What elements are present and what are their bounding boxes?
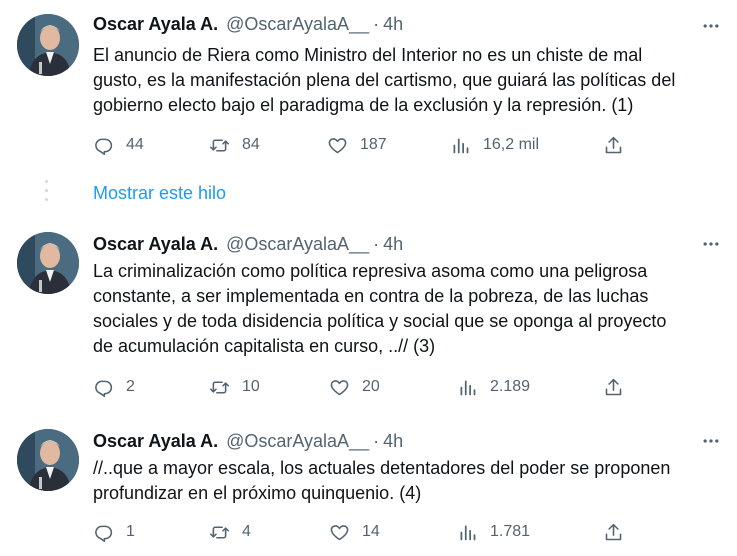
thread-dot — [45, 198, 48, 201]
tweet-text-line: //..que a mayor escala, los actuales det… — [93, 458, 671, 478]
tweet-header: Oscar Ayala A. @OscarAyalaA__ · 4h — [93, 12, 403, 36]
reply-count: 1 — [126, 523, 135, 540]
share-button[interactable] — [603, 132, 624, 158]
like-count: 14 — [362, 523, 380, 540]
tweet-header: Oscar Ayala A. @OscarAyalaA__ · 4h — [93, 429, 403, 453]
reply-icon — [95, 380, 113, 397]
tweet-actions: 1 4 14 1.781 — [93, 519, 633, 545]
avatar-photo-icon — [17, 14, 79, 76]
share-icon — [605, 523, 622, 540]
author-name[interactable]: Oscar Ayala A. — [93, 234, 218, 255]
retweet-count: 84 — [242, 136, 260, 153]
reply-button[interactable]: 2 — [93, 374, 135, 400]
views-button[interactable]: 1.781 — [457, 519, 530, 545]
author-handle[interactable]: @OscarAyalaA__ — [226, 14, 369, 35]
tweet-text: La criminalización como política represi… — [93, 259, 723, 359]
timestamp[interactable]: 4h — [383, 431, 403, 452]
tweet-text-line: El anuncio de Riera como Ministro del In… — [93, 45, 643, 65]
tweet-text-line: profundizar en el próximo quinquenio. (4… — [93, 483, 422, 503]
reply-icon — [95, 138, 113, 155]
avatar-photo-icon — [17, 232, 79, 294]
heart-icon — [330, 379, 349, 395]
share-icon — [605, 378, 622, 395]
author-handle[interactable]: @OscarAyalaA__ — [226, 431, 369, 452]
tweet-text: El anuncio de Riera como Ministro del In… — [93, 43, 723, 118]
avatar[interactable] — [17, 429, 79, 491]
heart-icon — [328, 137, 347, 153]
like-button[interactable]: 20 — [329, 374, 380, 400]
separator: · — [373, 430, 380, 451]
avatar-photo-icon — [17, 429, 79, 491]
views-icon — [460, 380, 476, 395]
views-count: 16,2 mil — [483, 136, 540, 153]
views-button[interactable]: 2.189 — [457, 374, 530, 400]
retweet-button[interactable]: 10 — [209, 374, 260, 400]
tweet-text-line: gusto, es la manifestación plena del car… — [93, 70, 676, 90]
reply-count: 44 — [126, 136, 144, 153]
tweet-text-line: de acumulación capitalista en curso, ../… — [93, 336, 436, 356]
thread-dot — [45, 180, 48, 183]
heart-icon — [330, 524, 349, 540]
separator: · — [373, 233, 380, 254]
views-count: 2.189 — [490, 378, 531, 395]
thread-dot — [45, 189, 48, 192]
reply-icon — [95, 525, 113, 542]
avatar[interactable] — [17, 14, 79, 76]
tweet-2[interactable]: Oscar Ayala A. @OscarAyalaA__ · 4h La cr… — [0, 218, 737, 418]
author-name[interactable]: Oscar Ayala A. — [93, 431, 218, 452]
like-button[interactable]: 187 — [327, 132, 387, 158]
tweet-actions: 44 84 187 16,2 mil — [93, 132, 633, 158]
like-button[interactable]: 14 — [329, 519, 380, 545]
more-options-button[interactable] — [699, 14, 723, 38]
more-icon — [703, 439, 719, 443]
retweet-count: 10 — [242, 378, 260, 395]
tweet-3[interactable]: Oscar Ayala A. @OscarAyalaA__ · 4h //..q… — [0, 415, 737, 556]
views-icon — [453, 138, 469, 153]
tweet-text-line: sociales y de toda disidencia política y… — [93, 311, 667, 331]
like-count: 20 — [362, 378, 380, 395]
more-options-button[interactable] — [699, 429, 723, 453]
tweet-1[interactable]: Oscar Ayala A. @OscarAyalaA__ · 4h El an… — [0, 0, 737, 180]
retweet-icon — [209, 525, 230, 539]
reply-count: 2 — [126, 378, 135, 395]
reply-button[interactable]: 1 — [93, 519, 135, 545]
more-options-button[interactable] — [699, 232, 723, 256]
retweet-count: 4 — [242, 523, 251, 540]
tweet-text-line: gobierno electo bajo el paradigma de la … — [93, 95, 634, 115]
avatar[interactable] — [17, 232, 79, 294]
tweet-text-line: La criminalización como política represi… — [93, 261, 648, 281]
author-name[interactable]: Oscar Ayala A. — [93, 14, 218, 35]
retweet-button[interactable]: 84 — [209, 132, 260, 158]
tweet-text: //..que a mayor escala, los actuales det… — [93, 456, 723, 506]
retweet-button[interactable]: 4 — [209, 519, 251, 545]
share-button[interactable] — [603, 374, 624, 400]
timestamp[interactable]: 4h — [383, 14, 403, 35]
show-thread-link[interactable]: Mostrar este hilo — [93, 183, 226, 204]
like-count: 187 — [360, 136, 387, 153]
thread-connector — [45, 180, 49, 207]
reply-button[interactable]: 44 — [93, 132, 144, 158]
views-button[interactable]: 16,2 mil — [450, 132, 539, 158]
author-handle[interactable]: @OscarAyalaA__ — [226, 234, 369, 255]
tweet-actions: 2 10 20 2.189 — [93, 374, 633, 400]
tweet-header: Oscar Ayala A. @OscarAyalaA__ · 4h — [93, 232, 403, 256]
more-icon — [703, 24, 719, 28]
views-count: 1.781 — [490, 523, 531, 540]
separator: · — [373, 13, 380, 34]
tweet-text-line: constante, a ser implementada en contra … — [93, 286, 649, 306]
views-icon — [460, 525, 476, 540]
more-icon — [703, 242, 719, 246]
timestamp[interactable]: 4h — [383, 234, 403, 255]
share-icon — [605, 136, 622, 153]
retweet-icon — [209, 380, 230, 394]
retweet-icon — [209, 138, 230, 152]
share-button[interactable] — [603, 519, 624, 545]
